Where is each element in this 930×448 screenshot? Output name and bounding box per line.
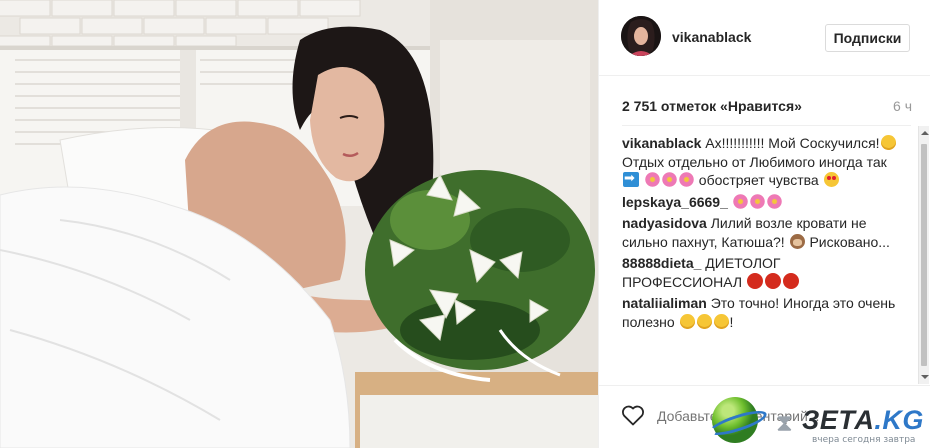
comment-text: обостряет чувства xyxy=(694,172,823,188)
red-emoji-icon xyxy=(764,272,781,289)
comment-item: vikanablack Ах!!!!!!!!!!! Мой Соскучился… xyxy=(622,134,902,190)
flower-emoji-icon xyxy=(644,172,660,187)
watermark-tagline: вчера сегодня завтра xyxy=(812,435,916,445)
monkey-emoji-icon xyxy=(789,233,805,249)
comment-username[interactable]: 88888dieta_ xyxy=(622,255,701,271)
comment-username[interactable]: nataliialiman xyxy=(622,295,707,311)
flower-emoji-icon xyxy=(732,193,748,209)
comment-username[interactable]: vikanablack xyxy=(622,135,701,151)
arrow-emoji-icon xyxy=(623,170,639,189)
comment-text: ! xyxy=(729,313,734,330)
heart-outline-icon[interactable] xyxy=(621,404,645,426)
red-emoji-icon xyxy=(746,272,763,289)
comment-text xyxy=(728,194,732,210)
avatar[interactable] xyxy=(621,16,661,56)
flower-emoji-icon xyxy=(766,193,782,209)
post-sidebar: vikanablack Подписки 2 751 отметок «Нрав… xyxy=(598,0,930,448)
likes-count[interactable]: 2 751 отметок «Нравится» xyxy=(622,98,802,114)
comment-item: nataliialiman Это точно! Иногда это очен… xyxy=(622,294,902,331)
flower-emoji-icon xyxy=(749,193,765,209)
comment-text: Отдых отдельно от Любимого иногда так xyxy=(622,153,887,170)
smile-emoji-icon xyxy=(696,313,712,329)
hourglass-icon: ⧗ xyxy=(776,409,793,437)
comments-list[interactable]: vikanablack Ах!!!!!!!!!!! Мой Соскучился… xyxy=(622,134,902,384)
watermark-brand: ЗЕТА.KG xyxy=(802,405,924,436)
smile-emoji-icon xyxy=(679,313,695,329)
comment-text: Ах!!!!!!!!!!! Мой Соскучился! xyxy=(701,135,880,151)
red-emoji-icon xyxy=(782,272,799,289)
smile-emoji-icon xyxy=(880,135,896,150)
comment-item: 88888dieta_ ДИЕТОЛОГ ПРОФЕССИОНАЛ xyxy=(622,254,902,291)
watermark-logo: ⧗ ЗЕТА.KG вчера сегодня завтра xyxy=(708,395,930,448)
following-button[interactable]: Подписки xyxy=(825,24,910,52)
watermark-brand-name: ЗЕТА xyxy=(802,405,875,435)
divider xyxy=(622,125,911,126)
scroll-thumb[interactable] xyxy=(921,144,927,366)
flower-emoji-icon xyxy=(661,172,677,187)
post-timestamp[interactable]: 6 ч xyxy=(893,98,912,114)
comment-text: Рисковано... xyxy=(805,233,890,250)
likes-row: 2 751 отметок «Нравится» 6 ч xyxy=(622,98,912,116)
comments-scrollbar[interactable] xyxy=(918,126,929,384)
comment-item: lepskaya_6669_ xyxy=(622,193,902,212)
heart-eyes-emoji-icon xyxy=(823,172,839,187)
post-header: vikanablack Подписки xyxy=(599,0,930,76)
smile-emoji-icon xyxy=(713,313,729,329)
flower-emoji-icon xyxy=(678,172,694,187)
scroll-up-arrow-icon[interactable] xyxy=(921,131,929,135)
watermark-domain: .KG xyxy=(874,405,924,435)
globe-icon xyxy=(712,397,758,443)
post-author-username[interactable]: vikanablack xyxy=(672,29,751,45)
comment-username[interactable]: lepskaya_6669_ xyxy=(622,194,728,210)
post-photo[interactable] xyxy=(0,0,598,448)
comment-username[interactable]: nadyasidova xyxy=(622,215,707,231)
comment-text xyxy=(640,172,644,188)
comment-item: nadyasidova Лилий возле кровати не сильн… xyxy=(622,214,902,251)
scroll-down-arrow-icon[interactable] xyxy=(921,375,929,379)
